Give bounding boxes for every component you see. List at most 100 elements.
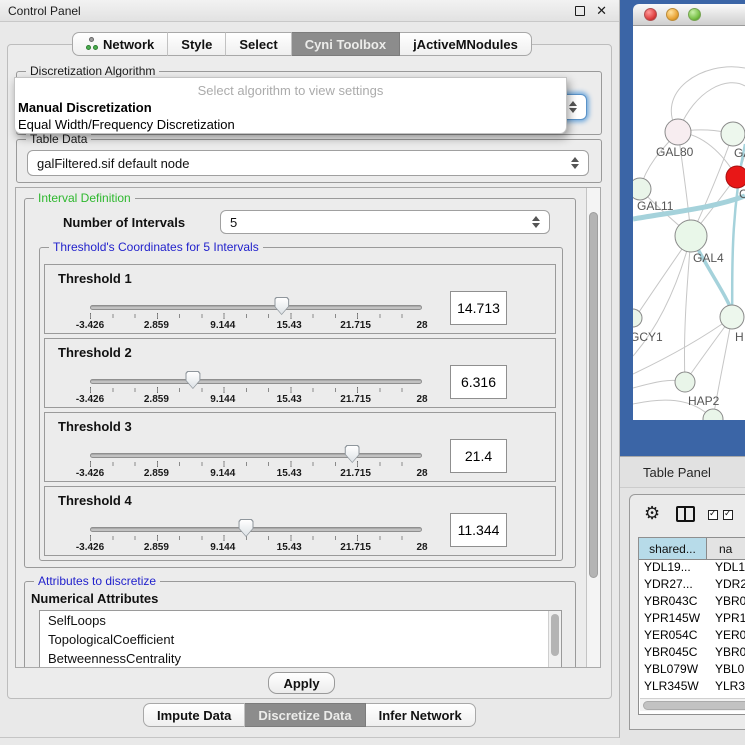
network-canvas[interactable]: GAL80GACGAL11GAL4GCY1HHAP2	[633, 26, 745, 420]
tab-label: Cyni Toolbox	[305, 37, 386, 52]
threshold-value-field[interactable]: 11.344	[450, 513, 507, 547]
table-data-combo-value: galFiltered.sif default node	[37, 156, 189, 171]
tab-label: Discretize Data	[258, 708, 351, 723]
axis-tick-label: 15.43	[277, 468, 302, 479]
table-row[interactable]: YBL079WYBL0	[639, 662, 745, 679]
split-columns-icon[interactable]	[676, 506, 695, 522]
attribute-list-item[interactable]: BetweennessCentrality	[40, 649, 561, 668]
network-node[interactable]	[665, 119, 691, 145]
threshold-value-field[interactable]: 6.316	[450, 365, 507, 399]
settings-vertical-scrollbar[interactable]	[586, 188, 600, 667]
network-window-titlebar	[633, 4, 745, 26]
tab-network[interactable]: Network	[72, 32, 168, 56]
table-row[interactable]: YBR045CYBR0	[639, 645, 745, 662]
network-node[interactable]	[633, 309, 642, 327]
scrollbar-thumb[interactable]	[643, 701, 745, 710]
node-attribute-table[interactable]: shared... na YDL19...YDL1YDR27...YDR2YBR…	[638, 537, 745, 715]
axis-tick-label: 28	[416, 468, 427, 479]
network-node-label: HAP2	[688, 394, 720, 408]
axis-tick-label: 28	[416, 542, 427, 553]
cell-name: YBR0	[707, 645, 745, 662]
slider-track[interactable]	[90, 453, 422, 458]
table-row[interactable]: YBR043CYBR0	[639, 594, 745, 611]
tab-label: Network	[103, 37, 154, 52]
close-traffic-light-icon[interactable]	[644, 8, 657, 21]
tab-label: jActiveMNodules	[413, 37, 518, 52]
axis-tick-label: 15.43	[277, 542, 302, 553]
table-horizontal-scrollbar[interactable]	[640, 698, 745, 711]
tab-jactivemnodules[interactable]: jActiveMNodules	[400, 32, 532, 56]
threshold-label: Threshold 2	[58, 345, 132, 360]
numerical-attributes-list[interactable]: SelfLoopsTopologicalCoefficientBetweenne…	[39, 610, 562, 668]
cell-shared-name: YLR345W	[639, 679, 707, 696]
network-node[interactable]	[675, 372, 695, 392]
table-row[interactable]: YPR145WYPR1	[639, 611, 745, 628]
tab-cyni-toolbox[interactable]: Cyni Toolbox	[292, 32, 400, 56]
bottom-tab-impute-data[interactable]: Impute Data	[143, 703, 245, 727]
threshold-label: Threshold 1	[58, 271, 132, 286]
cell-shared-name: YER054C	[639, 628, 707, 645]
control-panel-window: Control Panel ✕ NetworkStyleSelectCyni T…	[0, 0, 620, 738]
network-node[interactable]	[633, 178, 651, 200]
number-of-intervals-combo[interactable]: 5	[220, 210, 550, 234]
table-row[interactable]: YLR345WYLR3	[639, 679, 745, 696]
settings-scroll-pane: Interval Definition Number of Intervals …	[15, 187, 601, 668]
tab-style[interactable]: Style	[168, 32, 226, 56]
algorithm-hint: Select algorithm to view settings	[15, 83, 566, 98]
apply-button[interactable]: Apply	[268, 672, 335, 694]
table-row[interactable]: YDR27...YDR2	[639, 577, 745, 594]
attribute-list-item[interactable]: SelfLoops	[40, 611, 561, 630]
combo-arrows-icon	[569, 101, 577, 113]
algorithm-option[interactable]: Equal Width/Frequency Discretization	[18, 117, 558, 132]
cell-name: YBL0	[707, 662, 745, 679]
checkbox-icon[interactable]	[708, 510, 718, 520]
discretization-algorithm-group-title: Discretization Algorithm	[26, 64, 159, 78]
gear-icon[interactable]: ⚙	[644, 503, 660, 524]
axis-tick-label: -3.426	[76, 542, 104, 553]
table-row[interactable]: YDL19...YDL1	[639, 560, 745, 577]
minimize-traffic-light-icon[interactable]	[666, 8, 679, 21]
network-node-label: GCY1	[633, 330, 663, 344]
attributes-scrollbar[interactable]	[548, 611, 561, 668]
network-node-label: GAL11	[637, 199, 674, 213]
table-panel-title: Table Panel	[643, 465, 711, 480]
table-panel: ⚙ shared... na YDL19...YDL1YDR27...YDR2Y…	[629, 494, 745, 730]
network-node[interactable]	[720, 305, 744, 329]
attribute-list-item[interactable]: TopologicalCoefficient	[40, 630, 561, 649]
float-window-icon[interactable]	[575, 6, 585, 16]
slider-track[interactable]	[90, 527, 422, 532]
network-node[interactable]	[703, 409, 723, 420]
bottom-tab-strip: Impute Data Discretize Data Infer Network	[143, 703, 476, 727]
threshold-label: Threshold 3	[58, 419, 132, 434]
axis-tick-label: 15.43	[277, 320, 302, 331]
bottom-tab-discretize-data[interactable]: Discretize Data	[245, 703, 365, 727]
network-node[interactable]	[675, 220, 707, 252]
attribute-items: SelfLoopsTopologicalCoefficientBetweenne…	[40, 611, 561, 668]
slider-track[interactable]	[90, 379, 422, 384]
network-node-label: H	[735, 330, 744, 344]
scrollbar-thumb[interactable]	[589, 212, 598, 578]
table-header-row: shared... na	[639, 538, 745, 560]
combo-arrows-icon	[571, 157, 579, 169]
slider-track[interactable]	[90, 305, 422, 310]
checkbox-icon[interactable]	[723, 510, 733, 520]
axis-tick-label: 21.715	[340, 394, 371, 405]
column-header-shared-name[interactable]: shared...	[639, 538, 707, 559]
zoom-traffic-light-icon[interactable]	[688, 8, 701, 21]
close-icon[interactable]: ✕	[596, 3, 607, 19]
table-row[interactable]: YER054CYER0	[639, 628, 745, 645]
threshold-value-field[interactable]: 14.713	[450, 291, 507, 325]
cell-name: YDL1	[707, 560, 745, 577]
axis-tick-label: 2.859	[144, 320, 169, 331]
network-node[interactable]	[721, 122, 745, 146]
cell-shared-name: YBL079W	[639, 662, 707, 679]
table-data-combo[interactable]: galFiltered.sif default node	[27, 150, 589, 176]
column-header-name[interactable]: na	[707, 538, 745, 559]
control-panel-tab-strip: Network StyleSelect Cyni Toolbox jActiveMNo…	[72, 32, 532, 56]
tab-select[interactable]: Select	[226, 32, 291, 56]
cell-name: YBR0	[707, 594, 745, 611]
bottom-tab-infer-network[interactable]: Infer Network	[366, 703, 476, 727]
threshold-value-field[interactable]: 21.4	[450, 439, 507, 473]
algorithm-option[interactable]: Manual Discretization	[18, 100, 558, 115]
network-node[interactable]	[726, 166, 745, 188]
